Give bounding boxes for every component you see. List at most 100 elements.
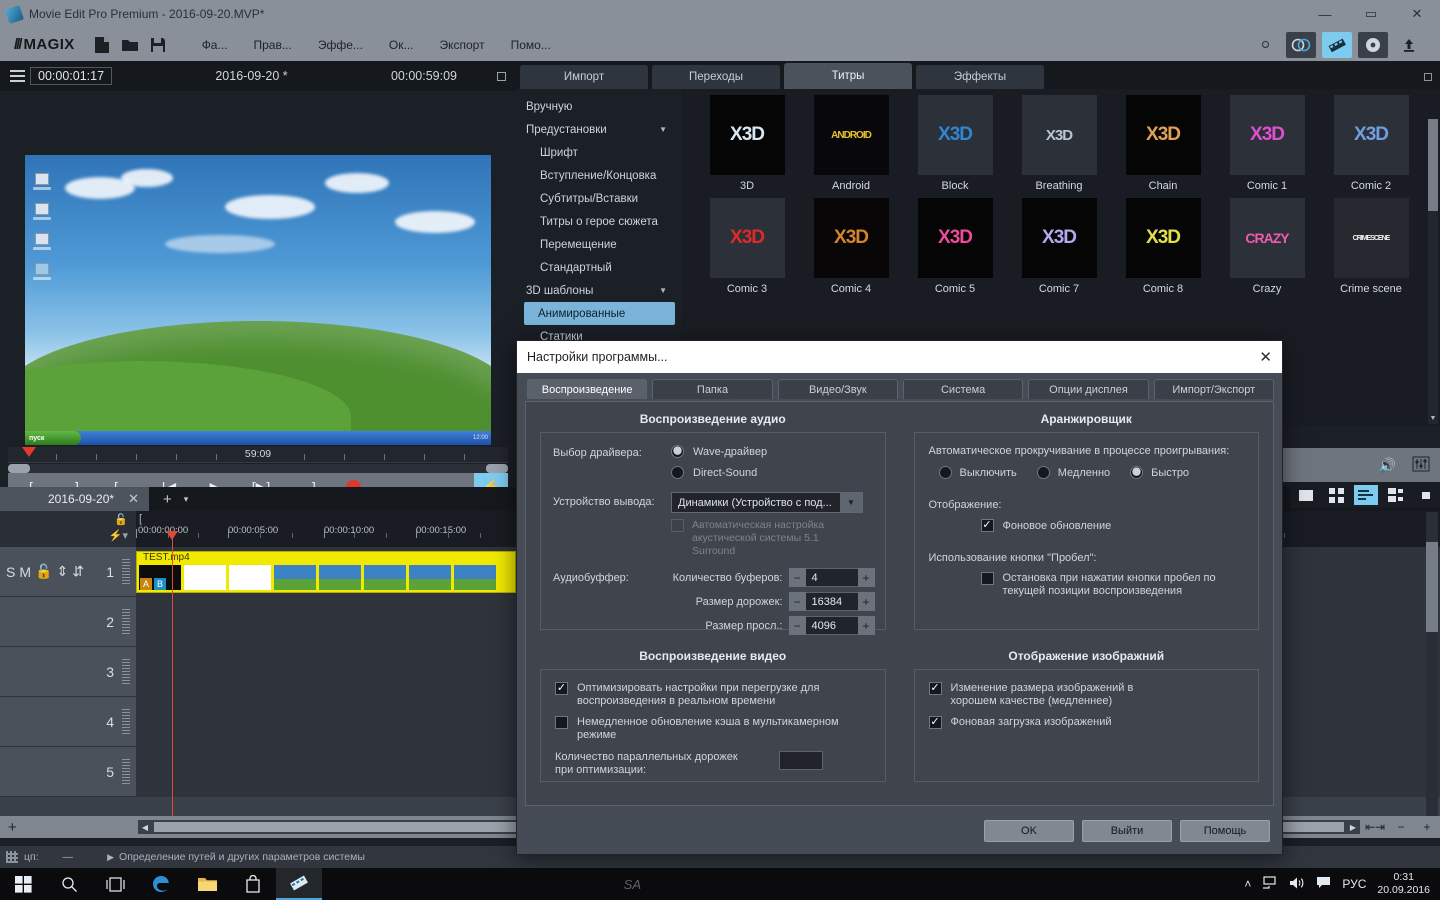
thumbnail-item[interactable]: CRAZY Crazy [1215, 198, 1319, 295]
parallel-tracks-input[interactable] [778, 751, 823, 770]
exit-button[interactable]: Выйти [1082, 820, 1172, 842]
store-icon[interactable] [230, 868, 276, 900]
radio-autoscroll-fast[interactable] [1130, 466, 1144, 479]
ok-button[interactable]: OK [984, 820, 1074, 842]
preview-scrubber[interactable]: 59:09 [8, 447, 508, 473]
output-device-select[interactable]: Динамики (Устройство с под... ▼ [671, 492, 863, 513]
tree-item-intro-outro[interactable]: Вступление/Концовка [516, 164, 681, 187]
search-icon[interactable] [46, 868, 92, 900]
preview-size-value[interactable]: 4096 [805, 616, 858, 635]
menu-effects[interactable]: Эффе... [305, 35, 376, 55]
magix-icon[interactable] [276, 868, 322, 900]
radio-autoscroll-off[interactable] [938, 466, 952, 479]
track-controls-3[interactable]: 3 [0, 647, 136, 696]
grid-view-icon[interactable] [1324, 485, 1348, 505]
decrement-button[interactable]: − [788, 568, 806, 587]
scrubber-handle-left[interactable] [8, 464, 30, 473]
media-maximize-icon[interactable] [1424, 73, 1432, 81]
checkbox-background-load[interactable]: ✓ [928, 716, 942, 729]
track-fader[interactable] [122, 558, 130, 585]
track-collapse-icon[interactable]: ⇵ [72, 563, 84, 580]
tree-item-font[interactable]: Шрифт [516, 141, 681, 164]
tree-item-movement[interactable]: Перемещение [516, 233, 681, 256]
scrubber-ruler[interactable]: 59:09 [8, 447, 508, 463]
single-view-icon[interactable] [1294, 485, 1318, 505]
thumbnail-item[interactable]: X3D Block [903, 95, 1007, 192]
disc-icon[interactable] [1358, 31, 1388, 58]
burn-disc-icon[interactable] [1286, 31, 1316, 58]
menu-export[interactable]: Экспорт [427, 35, 498, 55]
thumbnail-item[interactable]: X3D 3D [695, 95, 799, 192]
edit-film-icon[interactable] [1322, 31, 1352, 58]
thumbnail-item[interactable]: X3D Comic 4 [799, 198, 903, 295]
add-track-button[interactable]: + [0, 819, 136, 836]
dialog-tab-video-audio[interactable]: Видео/Звук [777, 379, 898, 399]
list-view-icon[interactable] [1354, 485, 1378, 505]
dialog-tab-system[interactable]: Система [902, 379, 1024, 399]
radio-wave-driver[interactable] [671, 445, 684, 458]
close-button[interactable]: ✕ [1394, 0, 1440, 28]
thumbnail-item[interactable]: X3D Comic 8 [1111, 198, 1215, 295]
zoom-in-icon[interactable]: + [1414, 820, 1440, 834]
chevron-down-icon[interactable]: ▼ [659, 286, 667, 295]
tree-item-subtitles[interactable]: Субтитры/Вставки [516, 187, 681, 210]
save-disk-icon[interactable] [145, 33, 171, 57]
scrollbar-thumb[interactable] [1428, 119, 1438, 211]
close-icon[interactable]: ✕ [128, 491, 139, 507]
tree-item-3d-templates[interactable]: 3D шаблоны ▼ [516, 279, 681, 302]
checkbox-optimize[interactable]: ✓ [555, 682, 568, 695]
notification-icon[interactable] [1316, 876, 1331, 893]
solo-button[interactable]: S [6, 564, 15, 580]
timeline-clip[interactable]: TEST.mp4 A B [136, 551, 516, 593]
mute-button[interactable]: M [19, 564, 31, 580]
explorer-icon[interactable] [184, 868, 230, 900]
preview-maximize-icon[interactable] [497, 71, 506, 81]
track-size-value[interactable]: 16384 [805, 592, 858, 611]
track-controls-4[interactable]: 4 [0, 697, 136, 746]
zoom-out-icon[interactable]: − [1388, 820, 1414, 834]
radio-direct-sound[interactable] [671, 466, 684, 479]
thumbnail-item[interactable]: CRIMESCENE Crime scene [1319, 198, 1423, 295]
edge-icon[interactable] [138, 868, 184, 900]
preview-size-stepper[interactable]: − 4096 + [788, 616, 875, 635]
track-height-icon[interactable]: ⇕ [56, 563, 68, 580]
scrollbar-thumb[interactable] [1426, 542, 1438, 632]
preview-playhead[interactable] [22, 447, 36, 457]
speaker-icon[interactable]: 🔊 [1379, 457, 1396, 474]
track-controls-2[interactable]: 2 [0, 597, 136, 646]
maximize-button[interactable]: ▭ [1348, 0, 1394, 28]
thumbnail-item[interactable]: X3D Comic 1 [1215, 95, 1319, 192]
checkbox-cache-update[interactable] [555, 716, 568, 729]
mixer-icon[interactable] [1412, 456, 1430, 475]
scrubber-handle-right[interactable] [486, 464, 508, 473]
automation-icon[interactable]: ⚡▾ [109, 529, 128, 542]
chevron-down-icon[interactable]: ▾ [184, 494, 189, 505]
lock-icon[interactable]: 🔓 [35, 563, 52, 580]
start-icon[interactable] [0, 868, 46, 900]
zoom-fit-icon[interactable]: ⇤⇥ [1362, 820, 1388, 834]
minimize-button[interactable]: — [1302, 0, 1348, 28]
buffers-count-stepper[interactable]: − 4 + [788, 568, 875, 587]
thumbnail-item[interactable]: X3D Comic 2 [1319, 95, 1423, 192]
tree-item-character-titles[interactable]: Титры о герое сюжета [516, 210, 681, 233]
thumbnail-item[interactable]: X3D Comic 3 [695, 198, 799, 295]
dialog-tab-playback[interactable]: Воспроизведение [527, 379, 648, 399]
detail-view-icon[interactable] [1384, 485, 1408, 505]
thumbnail-item[interactable]: X3D Comic 5 [903, 198, 1007, 295]
decrement-button[interactable]: − [788, 592, 806, 611]
scrubber-track[interactable] [8, 464, 508, 473]
checkbox-auto-surround[interactable] [671, 519, 684, 532]
decrement-button[interactable]: − [788, 616, 806, 635]
menu-edit[interactable]: Прав... [241, 35, 305, 55]
checkbox-space-stop[interactable] [980, 572, 994, 585]
preview-timecode-current[interactable]: 00:00:01:17 [30, 67, 113, 85]
menu-window[interactable]: Ок... [376, 35, 427, 55]
open-folder-icon[interactable] [117, 33, 143, 57]
timeline-vertical-scrollbar[interactable] [1426, 512, 1438, 816]
dialog-close-icon[interactable]: ✕ [1259, 348, 1272, 366]
tree-item-animated[interactable]: Анимированные [524, 302, 675, 325]
tree-item-presets[interactable]: Предустановки ▼ [516, 118, 681, 141]
preview-menu-icon[interactable] [0, 70, 30, 82]
small-view-icon[interactable] [1414, 485, 1438, 505]
increment-button[interactable]: + [857, 568, 875, 587]
